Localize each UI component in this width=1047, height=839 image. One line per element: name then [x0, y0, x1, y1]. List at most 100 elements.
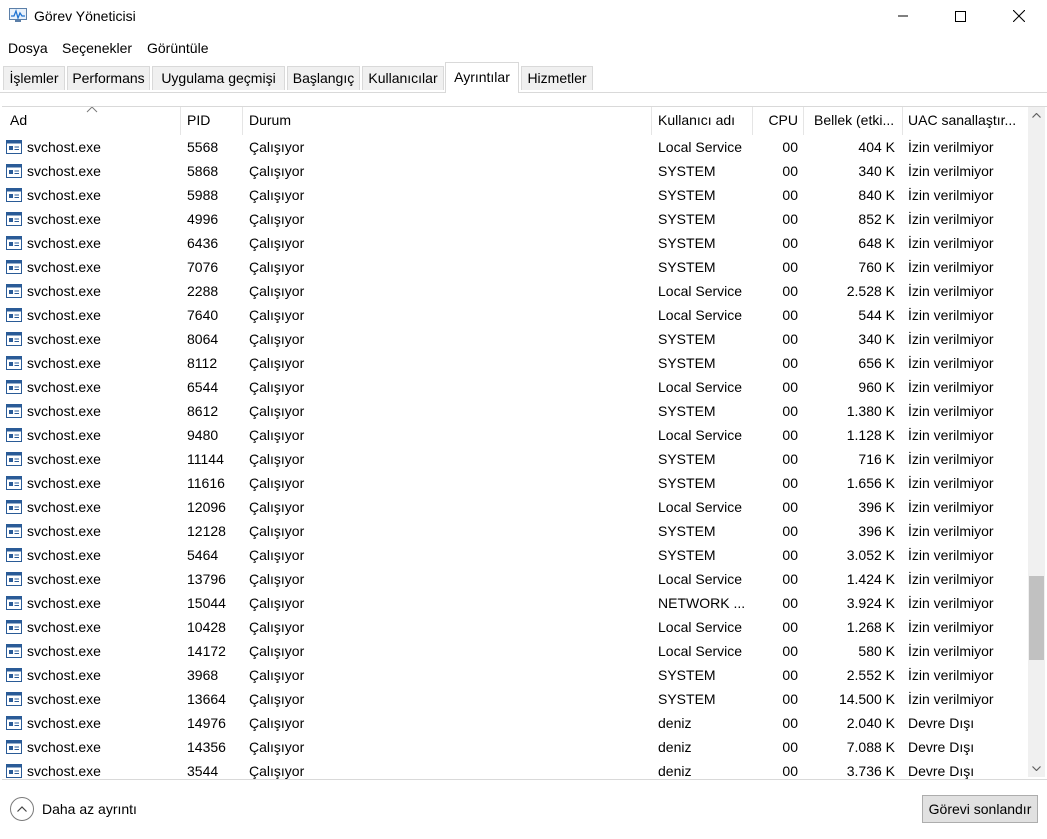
cell-user: SYSTEM	[658, 403, 716, 419]
column-header-uac[interactable]: UAC sanallaştır...	[908, 112, 1023, 134]
table-row[interactable]: svchost.exe 15044 Çalışıyor NETWORK ... 00 3.…	[2, 591, 1028, 615]
menu-options[interactable]: Seçenekler	[62, 40, 132, 56]
cell-user: deniz	[658, 739, 692, 755]
column-header-user[interactable]: Kullanıcı adı	[658, 112, 750, 134]
cell-name: svchost.exe	[27, 499, 101, 515]
table-row[interactable]: svchost.exe 3968 Çalışıyor SYSTEM 00 2.552 K İ…	[2, 663, 1028, 687]
fewer-details-link[interactable]: Daha az ayrıntı	[42, 801, 137, 817]
column-header-status[interactable]: Durum	[249, 112, 649, 134]
minimize-icon	[898, 15, 908, 17]
table-row[interactable]: svchost.exe 14356 Çalışıyor deniz 00 7.088 K D…	[2, 735, 1028, 759]
cell-memory: 580 K	[858, 643, 895, 659]
fewer-details-toggle[interactable]	[10, 797, 34, 821]
table-row[interactable]: svchost.exe 5868 Çalışıyor SYSTEM 00 340 K İzi…	[2, 159, 1028, 183]
column-divider[interactable]	[803, 107, 804, 135]
scroll-up-button[interactable]	[1028, 107, 1045, 124]
cell-cpu: 00	[782, 451, 798, 467]
cell-user: SYSTEM	[658, 235, 716, 251]
table-row[interactable]: svchost.exe 6544 Çalışıyor Local Service 00 9…	[2, 375, 1028, 399]
cell-name: svchost.exe	[27, 259, 101, 275]
cell-name: svchost.exe	[27, 667, 101, 683]
service-host-icon	[6, 692, 22, 706]
cell-memory: 1.656 K	[846, 475, 895, 491]
table-row[interactable]: svchost.exe 12096 Çalışıyor Local Service 00…	[2, 495, 1028, 519]
table-row[interactable]: svchost.exe 5568 Çalışıyor Local Service 00 4…	[2, 135, 1028, 159]
table-row[interactable]: svchost.exe 7640 Çalışıyor Local Service 00 5…	[2, 303, 1028, 327]
cell-user: SYSTEM	[658, 547, 716, 563]
column-divider[interactable]	[902, 107, 903, 135]
cell-pid: 3968	[187, 667, 219, 683]
cell-uac: İzin verilmiyor	[908, 499, 994, 515]
service-host-icon	[6, 452, 22, 466]
cell-name: svchost.exe	[27, 523, 101, 539]
tab-app-history[interactable]: Uygulama geçmişi	[152, 66, 285, 90]
maximize-button[interactable]	[937, 0, 983, 32]
table-row[interactable]: svchost.exe 8064 Çalışıyor SYSTEM 00 340 K İzi…	[2, 327, 1028, 351]
tab-processes[interactable]: İşlemler	[3, 66, 65, 90]
table-row[interactable]: svchost.exe 4996 Çalışıyor SYSTEM 00 852 K İzi…	[2, 207, 1028, 231]
cell-pid: 14172	[187, 643, 226, 659]
column-divider[interactable]	[180, 107, 181, 135]
cell-pid: 5568	[187, 139, 219, 155]
cell-user: SYSTEM	[658, 451, 716, 467]
menu-file[interactable]: Dosya	[8, 40, 48, 56]
column-header-pid[interactable]: PID	[187, 112, 242, 134]
column-header-name[interactable]: Ad	[10, 112, 180, 134]
cell-cpu: 00	[782, 355, 798, 371]
column-header-memory[interactable]: Bellek (etki...	[814, 112, 900, 134]
table-row[interactable]: svchost.exe 11144 Çalışıyor SYSTEM 00 716 K İz…	[2, 447, 1028, 471]
cell-status: Çalışıyor	[249, 379, 305, 395]
minimize-button[interactable]	[880, 0, 926, 32]
tab-details[interactable]: Ayrıntılar	[445, 62, 519, 93]
column-divider[interactable]	[242, 107, 243, 135]
cell-uac: İzin verilmiyor	[908, 667, 994, 683]
cell-pid: 12096	[187, 499, 226, 515]
table-row[interactable]: svchost.exe 3544 Çalışıyor deniz 00 3.736 K De…	[2, 759, 1028, 779]
table-row[interactable]: svchost.exe 13796 Çalışıyor Local Service 00…	[2, 567, 1028, 591]
cell-name: svchost.exe	[27, 187, 101, 203]
service-host-icon	[6, 380, 22, 394]
table-row[interactable]: svchost.exe 13664 Çalışıyor SYSTEM 00 14.500 …	[2, 687, 1028, 711]
cell-cpu: 00	[782, 307, 798, 323]
menu-view[interactable]: Görüntüle	[147, 40, 208, 56]
tab-performance[interactable]: Performans	[67, 66, 150, 90]
cell-memory: 852 K	[858, 211, 895, 227]
cell-name: svchost.exe	[27, 379, 101, 395]
column-divider[interactable]	[752, 107, 753, 135]
vertical-scrollbar[interactable]	[1028, 107, 1045, 777]
cell-memory: 960 K	[858, 379, 895, 395]
table-row[interactable]: svchost.exe 10428 Çalışıyor Local Service 00…	[2, 615, 1028, 639]
table-row[interactable]: svchost.exe 2288 Çalışıyor Local Service 00 2…	[2, 279, 1028, 303]
window-title: Görev Yöneticisi	[34, 8, 136, 24]
scroll-thumb[interactable]	[1029, 576, 1044, 660]
tab-users[interactable]: Kullanıcılar	[362, 66, 444, 90]
table-row[interactable]: svchost.exe 5988 Çalışıyor SYSTEM 00 840 K İzi…	[2, 183, 1028, 207]
end-task-button[interactable]: Görevi sonlandır	[922, 795, 1038, 823]
cell-user: NETWORK ...	[658, 595, 746, 611]
table-row[interactable]: svchost.exe 7076 Çalışıyor SYSTEM 00 760 K İzi…	[2, 255, 1028, 279]
close-button[interactable]	[996, 0, 1042, 32]
table-row[interactable]: svchost.exe 11616 Çalışıyor SYSTEM 00 1.656 K…	[2, 471, 1028, 495]
scroll-down-button[interactable]	[1028, 760, 1045, 777]
table-row[interactable]: svchost.exe 14976 Çalışıyor deniz 00 2.040 K D…	[2, 711, 1028, 735]
chevron-up-icon	[17, 806, 27, 812]
table-row[interactable]: svchost.exe 8612 Çalışıyor SYSTEM 00 1.380 K İ…	[2, 399, 1028, 423]
table-row[interactable]: svchost.exe 14172 Çalışıyor Local Service 00…	[2, 639, 1028, 663]
table-row[interactable]: svchost.exe 6436 Çalışıyor SYSTEM 00 648 K İzi…	[2, 231, 1028, 255]
cell-uac: Devre Dışı	[908, 763, 975, 779]
cell-uac: İzin verilmiyor	[908, 283, 994, 299]
cell-name: svchost.exe	[27, 475, 101, 491]
table-row[interactable]: svchost.exe 5464 Çalışıyor SYSTEM 00 3.052 K İ…	[2, 543, 1028, 567]
cell-status: Çalışıyor	[249, 259, 305, 275]
table-row[interactable]: svchost.exe 9480 Çalışıyor Local Service 00 1…	[2, 423, 1028, 447]
cell-cpu: 00	[782, 331, 798, 347]
table-row[interactable]: svchost.exe 12128 Çalışıyor SYSTEM 00 396 K İz…	[2, 519, 1028, 543]
tab-services[interactable]: Hizmetler	[521, 66, 593, 90]
cell-cpu: 00	[782, 163, 798, 179]
column-header-cpu[interactable]: CPU	[754, 112, 798, 134]
table-row[interactable]: svchost.exe 8112 Çalışıyor SYSTEM 00 656 K İzi…	[2, 351, 1028, 375]
tab-startup[interactable]: Başlangıç	[287, 66, 360, 90]
cell-cpu: 00	[782, 739, 798, 755]
column-divider[interactable]	[651, 107, 652, 135]
cell-pid: 5988	[187, 187, 219, 203]
